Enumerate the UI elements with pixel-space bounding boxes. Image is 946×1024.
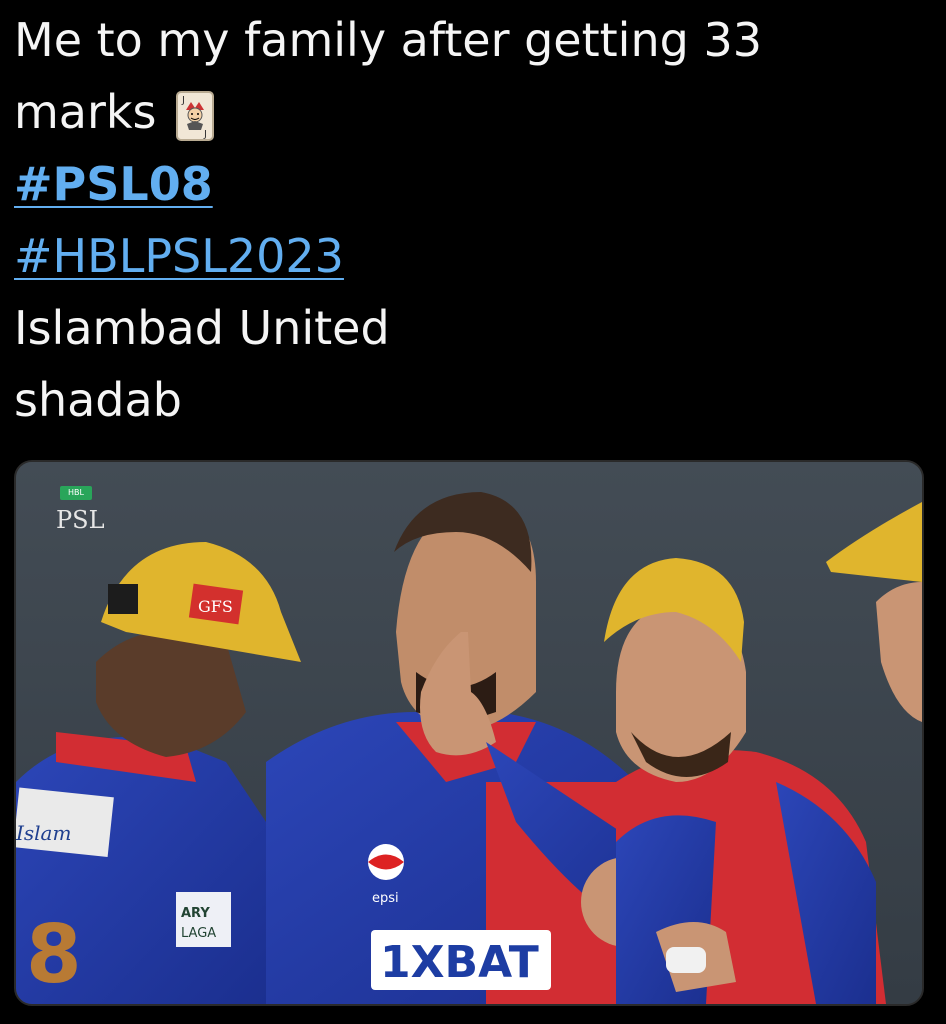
svg-text:J: J xyxy=(203,129,207,140)
tweet-text: Me to my family after getting 33 marks J… xyxy=(14,4,914,436)
cricket-photo: Islam ARY LAGA 8 GFS epsi 1XBAT xyxy=(16,462,922,1004)
tweet-media-image[interactable]: Islam ARY LAGA 8 GFS epsi 1XBAT HBL PSL xyxy=(14,460,924,1006)
svg-text:8: 8 xyxy=(26,908,82,1001)
joker-card-icon: J J xyxy=(175,90,215,142)
hashtag-psl08[interactable]: #PSL08 xyxy=(14,157,213,211)
svg-text:epsi: epsi xyxy=(372,891,399,906)
svg-text:Islam: Islam xyxy=(16,821,71,845)
tweet-line-6: shadab xyxy=(14,373,182,427)
tweet-line-2: marks J J xyxy=(14,76,914,148)
tweet-line-5: Islambad United xyxy=(14,301,390,355)
svg-text:LAGA: LAGA xyxy=(181,926,216,941)
svg-text:GFS: GFS xyxy=(198,597,233,616)
psl-broadcast-logo: PSL xyxy=(56,506,105,534)
tweet-line-3: #PSL08 xyxy=(14,148,914,220)
tweet-line-4: #HBLPSL2023 xyxy=(14,220,914,292)
hashtag-hblpsl2023[interactable]: #HBLPSL2023 xyxy=(14,229,344,283)
tweet-line-2-text: marks xyxy=(14,85,157,139)
svg-text:ARY: ARY xyxy=(181,906,210,921)
hbl-logo: HBL xyxy=(60,486,92,500)
tweet-line-1: Me to my family after getting 33 xyxy=(14,13,762,67)
svg-text:J: J xyxy=(181,95,185,106)
svg-text:1XBAT: 1XBAT xyxy=(380,937,539,988)
